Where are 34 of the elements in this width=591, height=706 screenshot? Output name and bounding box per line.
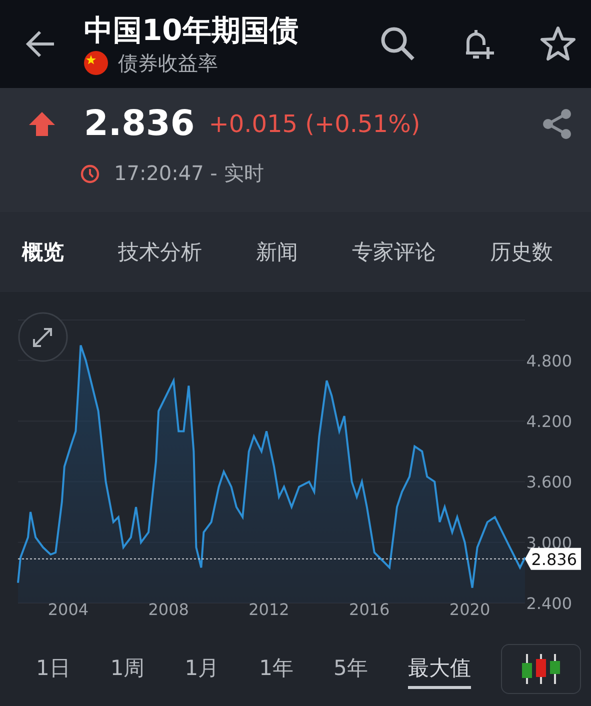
tab[interactable]: 新闻 bbox=[256, 238, 298, 266]
x-axis-label: 2012 bbox=[248, 600, 290, 619]
y-axis-label: 3.600 bbox=[526, 472, 572, 492]
x-axis-label: 2016 bbox=[349, 600, 390, 619]
range-tab[interactable]: 5年 bbox=[334, 650, 368, 688]
range-tab[interactable]: 1年 bbox=[259, 650, 294, 688]
y-axis-label: 2.400 bbox=[526, 594, 572, 613]
price-tag: 2.836 bbox=[525, 548, 581, 570]
range-tab[interactable]: 最大值 bbox=[408, 650, 471, 688]
x-axis-label: 2008 bbox=[148, 600, 189, 619]
flag-icon bbox=[84, 51, 108, 75]
price-change: +0.015 (+0.51%) bbox=[208, 110, 422, 138]
tab[interactable]: 专家评论 bbox=[352, 238, 436, 266]
expand-button[interactable] bbox=[18, 312, 68, 362]
subtitle: 债券收益率 bbox=[118, 50, 218, 76]
price: 2.836 bbox=[84, 104, 195, 144]
tab[interactable]: 概览 bbox=[22, 238, 64, 266]
update-time: 17:20:47 - 实时 bbox=[114, 160, 264, 187]
candlestick-button[interactable] bbox=[501, 644, 581, 694]
clock-icon bbox=[80, 164, 100, 184]
range-tab[interactable]: 1日 bbox=[36, 650, 70, 688]
y-axis-label: 4.200 bbox=[526, 412, 572, 432]
star-icon[interactable] bbox=[539, 25, 577, 63]
range-tab[interactable]: 1月 bbox=[184, 650, 220, 688]
share-icon[interactable] bbox=[541, 108, 573, 140]
search-icon[interactable] bbox=[379, 25, 417, 63]
range-tab[interactable]: 1周 bbox=[110, 650, 145, 688]
x-axis-label: 2004 bbox=[48, 600, 89, 619]
tab[interactable]: 历史数 bbox=[490, 238, 553, 266]
x-axis-label: 2020 bbox=[449, 600, 490, 619]
y-axis-label: 4.800 bbox=[526, 351, 572, 370]
page-title: 中国10年期国债 bbox=[84, 12, 300, 48]
candlestick-icon bbox=[519, 654, 563, 684]
tab[interactable]: 技术分析 bbox=[118, 238, 202, 266]
